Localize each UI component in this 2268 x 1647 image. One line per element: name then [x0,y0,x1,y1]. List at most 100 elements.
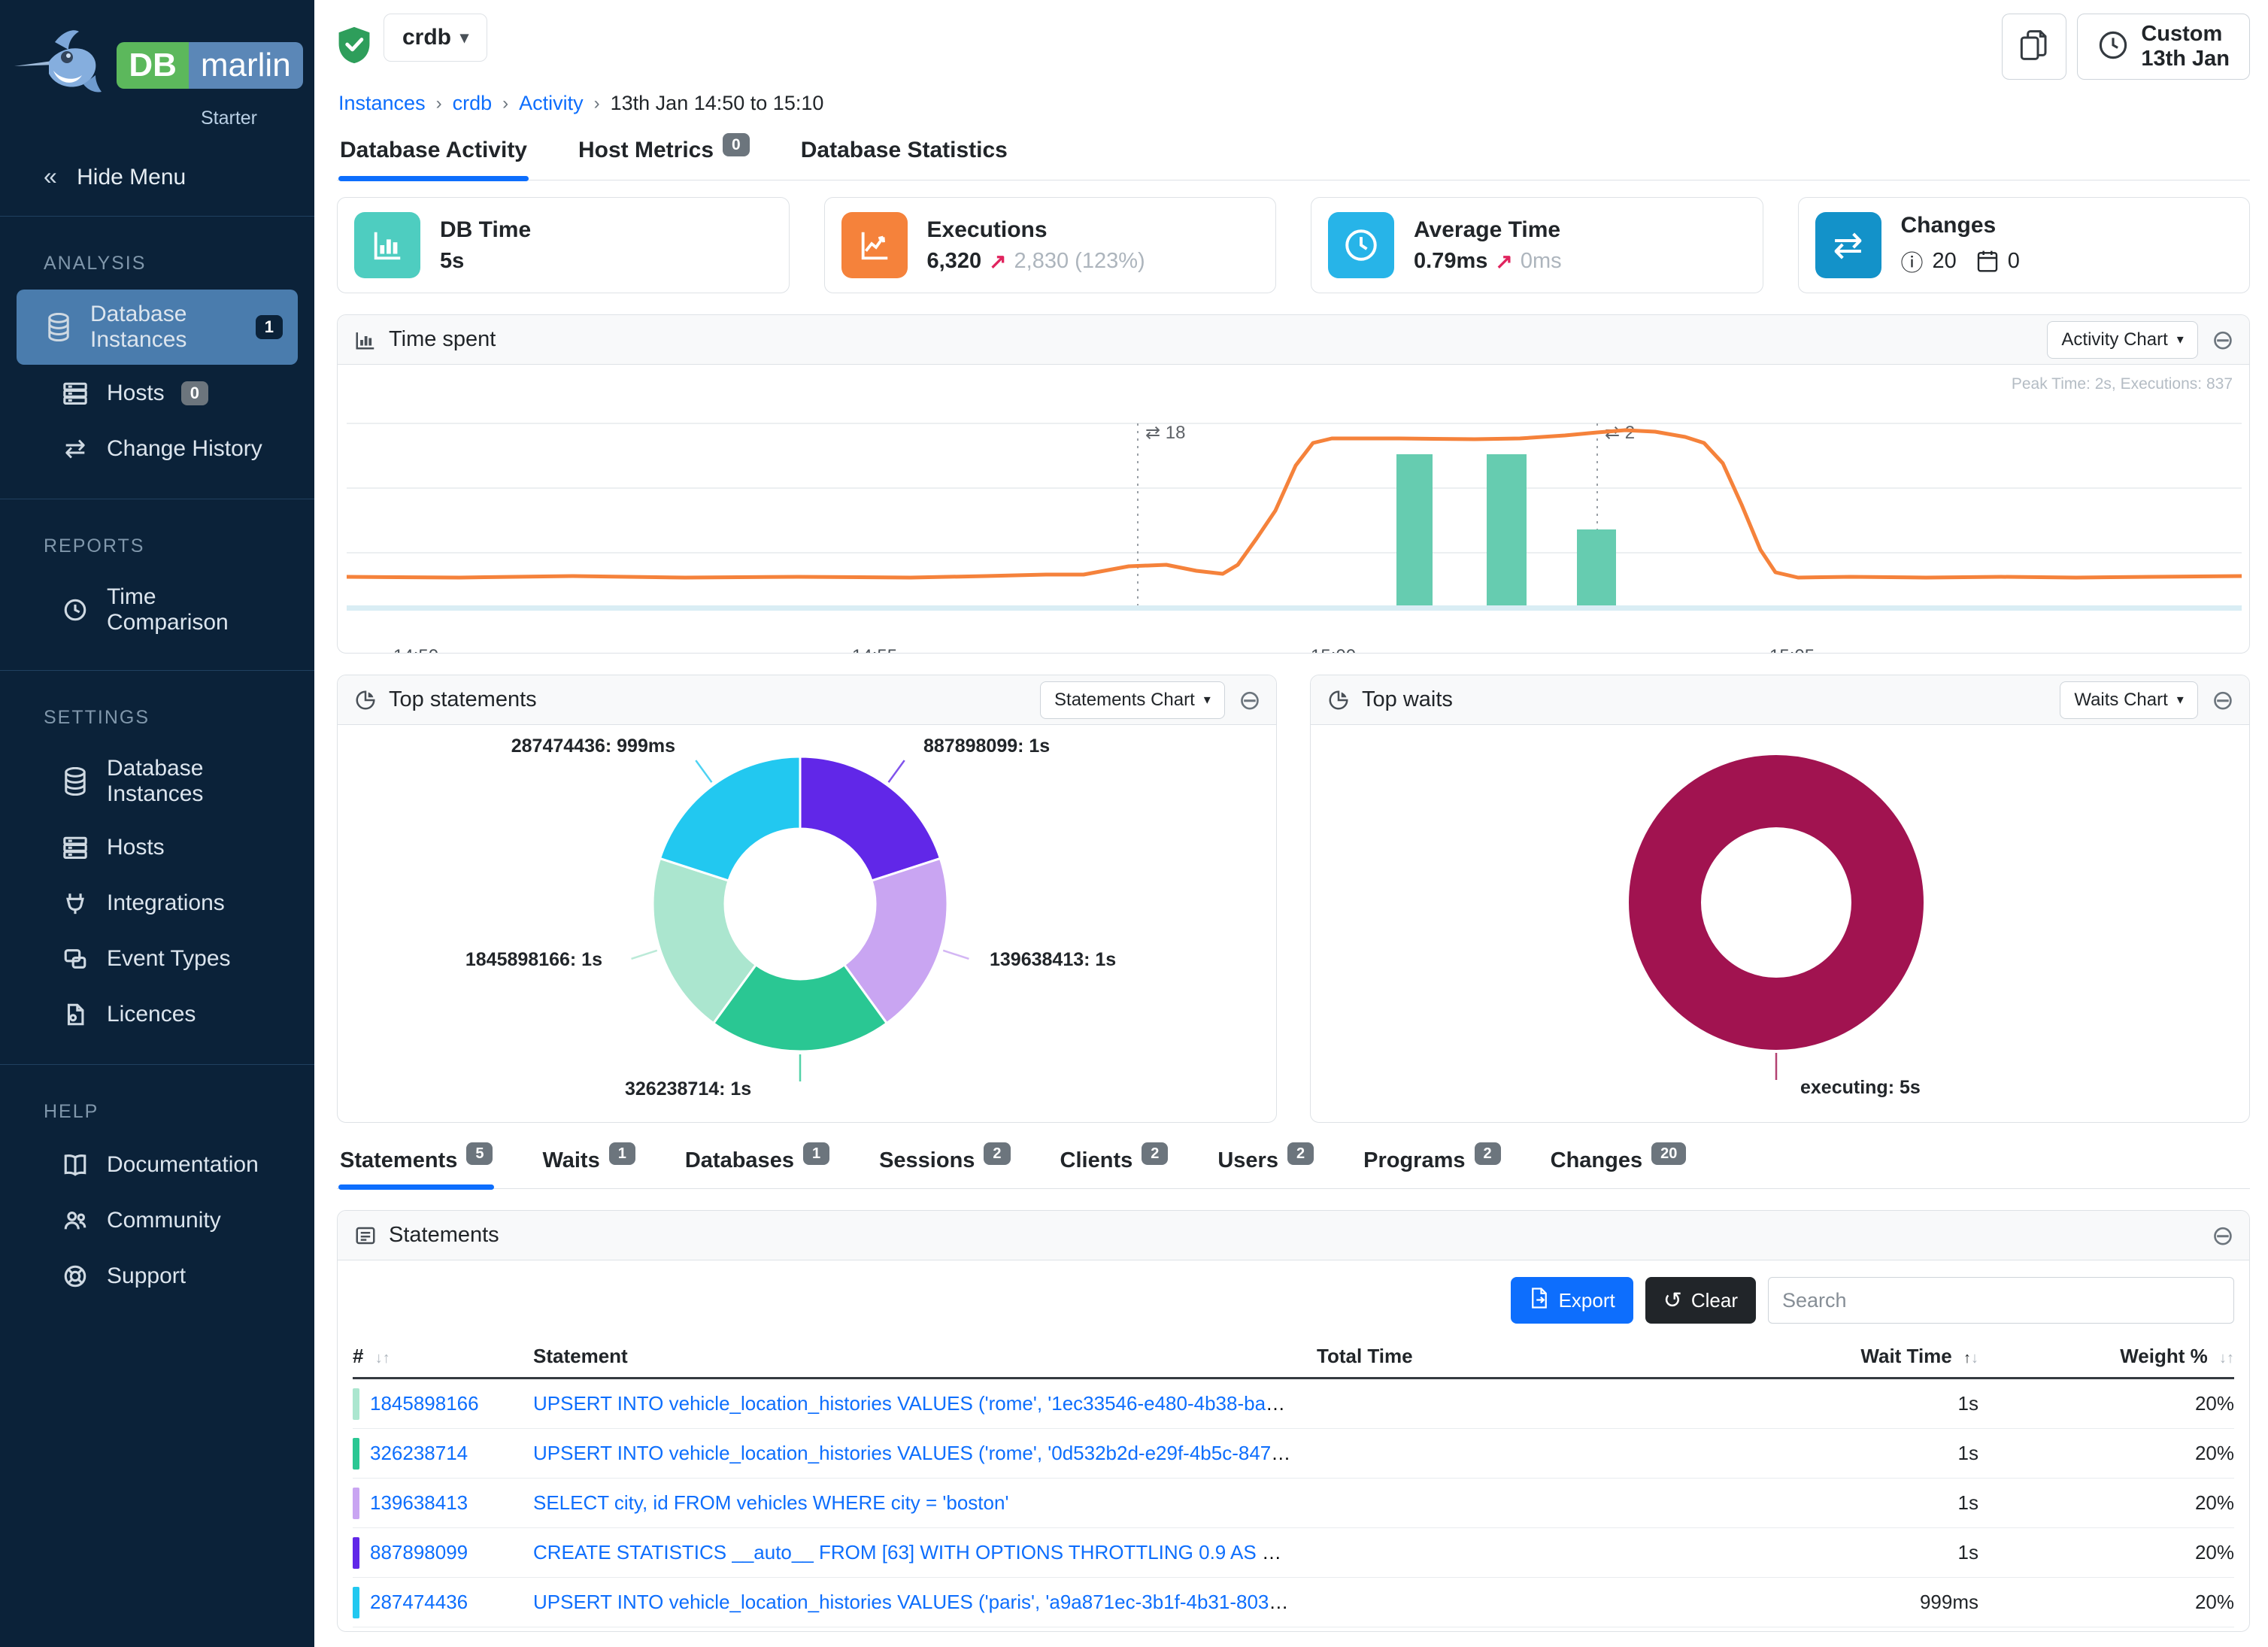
brand: DB marlin Starter [0,0,314,137]
sidebar-item-label: Documentation [107,1152,259,1178]
time-range-button[interactable]: Custom 13th Jan [2077,14,2250,80]
collapse-panel-icon[interactable]: ⊖ [2212,687,2234,714]
sidebar-item-hosts-settings[interactable]: Hosts [17,820,298,875]
section-title: REPORTS [0,519,314,571]
sidebar-item-community[interactable]: Community [17,1194,298,1248]
server-icon [60,833,90,863]
count-badge: 1 [256,315,283,339]
tab-clients[interactable]: Clients 2 [1059,1148,1170,1188]
chart-select-label: Waits Chart [2074,690,2167,711]
statement-link[interactable]: SELECT city, id FROM vehicles WHERE city… [533,1491,1008,1514]
tab-database-statistics[interactable]: Database Statistics [799,138,1009,180]
sidebar-item-support[interactable]: Support [17,1249,298,1303]
tab-database-activity[interactable]: Database Activity [338,138,529,180]
sidebar-item-label: Database Instances [107,756,283,807]
collapse-panel-icon[interactable]: ⊖ [1239,687,1261,714]
kpi-db-time: DB Time 5s [337,197,790,293]
clear-label: Clear [1691,1289,1738,1312]
copy-link-button[interactable] [2002,14,2066,80]
kpi-value: 0.79ms [1414,249,1487,274]
col-wait-time[interactable]: Wait Time [1860,1345,1951,1367]
sort-icon: ↓↑ [375,1350,390,1366]
breadcrumb-activity[interactable]: Activity [519,92,584,115]
tab-statements[interactable]: Statements 5 [338,1148,494,1188]
tab-users[interactable]: Users 2 [1216,1148,1315,1188]
sidebar-item-documentation[interactable]: Documentation [17,1138,298,1192]
sidebar-item-change-history[interactable]: ⇄ Change History [17,422,298,476]
sidebar-item-database-instances[interactable]: Database Instances 1 [17,290,298,365]
sidebar-item-hosts[interactable]: Hosts 0 [17,366,298,420]
hide-menu-button[interactable]: « Hide Menu [0,137,314,217]
breadcrumb-crdb[interactable]: crdb [453,92,493,115]
sidebar-item-label: Integrations [107,890,225,916]
tab-databases[interactable]: Databases 1 [684,1148,831,1188]
top-statements-panel: Top statements Statements Chart ▾ ⊖ 8878… [337,675,1277,1123]
statement-link[interactable]: UPSERT INTO vehicle_location_histories V… [533,1392,1317,1415]
breadcrumb: Instances › crdb › Activity › 13th Jan 1… [338,92,2250,115]
activity-chart-select[interactable]: Activity Chart ▾ [2047,321,2197,359]
tab-programs[interactable]: Programs 2 [1362,1148,1502,1188]
breadcrumb-timerange: 13th Jan 14:50 to 15:10 [611,92,824,115]
instance-selector[interactable]: crdb ▾ [384,14,487,62]
sidebar-item-event-types[interactable]: Event Types [17,932,298,986]
chevron-down-icon: ▾ [2177,692,2184,708]
sidebar-item-time-comparison[interactable]: Time Comparison [17,572,298,648]
clock-icon [60,595,90,625]
statement-link[interactable]: UPSERT INTO vehicle_location_histories V… [533,1591,1317,1613]
statements-chart-select[interactable]: Statements Chart ▾ [1040,681,1225,719]
statement-link[interactable]: UPSERT INTO vehicle_location_histories V… [533,1442,1317,1464]
sidebar-item-label: Support [107,1263,186,1289]
tab-sessions[interactable]: Sessions 2 [878,1148,1011,1188]
clear-button[interactable]: ↺ Clear [1645,1277,1756,1324]
statement-id-link[interactable]: 287474436 [370,1591,468,1614]
breadcrumb-separator: › [594,93,600,114]
col-total-time[interactable]: Total Time [1317,1345,1413,1367]
sidebar-item-label: Database Instances [90,302,239,353]
tab-host-metrics[interactable]: Host Metrics 0 [577,138,751,180]
collapse-panel-icon[interactable]: ⊖ [2212,326,2234,353]
breadcrumb-instances[interactable]: Instances [338,92,426,115]
collapse-panel-icon[interactable]: ⊖ [2212,1222,2234,1249]
tab-changes[interactable]: Changes 20 [1549,1148,1688,1188]
statement-link[interactable]: CREATE STATISTICS __auto__ FROM [63] WIT… [533,1541,1317,1564]
kpi-title: Changes [1901,213,2020,238]
waits-chart-select[interactable]: Waits Chart ▾ [2060,681,2198,719]
col-num[interactable]: # [353,1345,363,1367]
breadcrumb-separator: › [436,93,442,114]
count-badge: 2 [1475,1142,1501,1165]
kpi-changes: ⇄ Changes ⓘ 20 0 [1798,197,2251,293]
tab-waits[interactable]: Waits 1 [541,1148,636,1188]
col-statement[interactable]: Statement [533,1345,628,1367]
sidebar-section-settings: SETTINGS Database Instances Hosts Integr… [0,670,314,1051]
statement-id-link[interactable]: 1845898166 [370,1392,479,1415]
kpi-delta: 2,830 (123%) [1014,249,1145,274]
statement-id-link[interactable]: 139638413 [370,1491,468,1515]
count-badge: 1 [803,1142,829,1165]
search-input[interactable] [1768,1277,2234,1324]
brand-badge: DB marlin [117,42,302,89]
panel-title: Statements [389,1223,499,1248]
sidebar-item-database-instances-settings[interactable]: Database Instances [17,744,298,819]
section-title: HELP [0,1084,314,1136]
export-button[interactable]: Export [1511,1277,1633,1324]
sidebar-item-licences[interactable]: Licences [17,987,298,1042]
tab-label: Database Statistics [801,138,1008,163]
statement-id-link[interactable]: 326238714 [370,1442,468,1465]
time-spent-chart-body: Peak Time: 2s, Executions: 837 ⇄ 18⇄ 2 1… [338,365,2249,654]
double-chevron-left-icon: « [44,162,57,190]
exchange-arrows-icon: ⇄ [1815,212,1881,278]
sidebar-section-reports: REPORTS Time Comparison [0,499,314,657]
statement-id-link[interactable]: 887898099 [370,1541,468,1564]
sidebar-item-integrations[interactable]: Integrations [17,876,298,930]
clock-icon [1328,212,1394,278]
brand-db: DB [117,42,189,89]
table-row: 139638413 SELECT city, id FROM vehicles … [353,1479,2234,1528]
detail-tabs: Statements 5 Waits 1 Databases 1 Session… [337,1148,2250,1189]
count-badge: 5 [466,1142,493,1165]
breadcrumb-separator: › [502,93,508,114]
wait-time-value: 1s [1557,1442,1978,1465]
time-range-date: 13th Jan [2141,47,2230,71]
sidebar: DB marlin Starter « Hide Menu ANALYSIS D… [0,0,314,1647]
table-row: 287474436 UPSERT INTO vehicle_location_h… [353,1578,2234,1627]
col-weight[interactable]: Weight % [2120,1345,2208,1367]
